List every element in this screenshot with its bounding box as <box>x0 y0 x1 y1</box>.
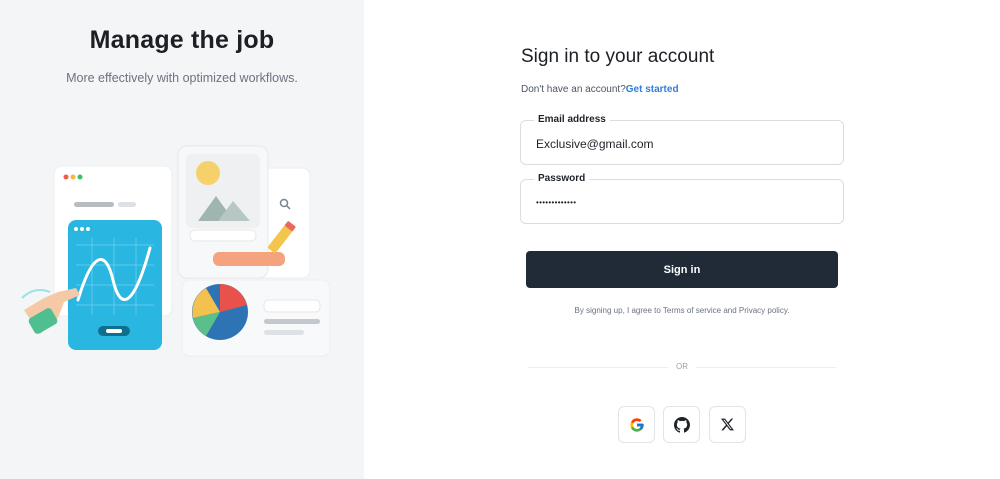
left-title: Manage the job <box>89 26 275 54</box>
password-field[interactable]: Password ••••••••••••• <box>520 173 844 224</box>
github-signin-button[interactable] <box>663 406 700 443</box>
google-icon <box>629 417 644 432</box>
get-started-link[interactable]: Get started <box>626 84 679 95</box>
no-account-text: Don't have an account? <box>521 84 626 95</box>
terms-text: By signing up, I agree to Terms of servi… <box>526 306 838 315</box>
left-subtitle: More effectively with optimized workflow… <box>66 71 298 85</box>
github-icon <box>673 416 690 433</box>
signup-prompt: Don't have an account?Get started <box>521 84 679 95</box>
terms-suffix: . <box>787 306 790 315</box>
privacy-policy-link[interactable]: Privacy policy <box>739 306 787 315</box>
email-field[interactable]: Email address Exclusive@gmail.com <box>520 114 844 165</box>
password-value[interactable]: ••••••••••••• <box>536 198 576 207</box>
left-panel: Manage the job More effectively with opt… <box>0 0 364 479</box>
divider-left <box>528 367 668 368</box>
divider-right <box>696 367 836 368</box>
email-label: Email address <box>534 114 610 125</box>
workflow-illustration <box>21 145 331 357</box>
x-signin-button[interactable] <box>709 406 746 443</box>
pie-chart-icon <box>192 284 248 340</box>
signin-button[interactable]: Sign in <box>526 251 838 288</box>
signin-title: Sign in to your account <box>521 46 715 67</box>
google-signin-button[interactable] <box>618 406 655 443</box>
terms-prefix: By signing up, I agree to <box>574 306 663 315</box>
password-label: Password <box>534 173 590 184</box>
x-icon <box>721 418 734 431</box>
or-divider-label: OR <box>676 362 688 371</box>
terms-and: and <box>721 306 739 315</box>
terms-of-service-link[interactable]: Terms of service <box>663 306 721 315</box>
email-value[interactable]: Exclusive@gmail.com <box>536 137 654 151</box>
